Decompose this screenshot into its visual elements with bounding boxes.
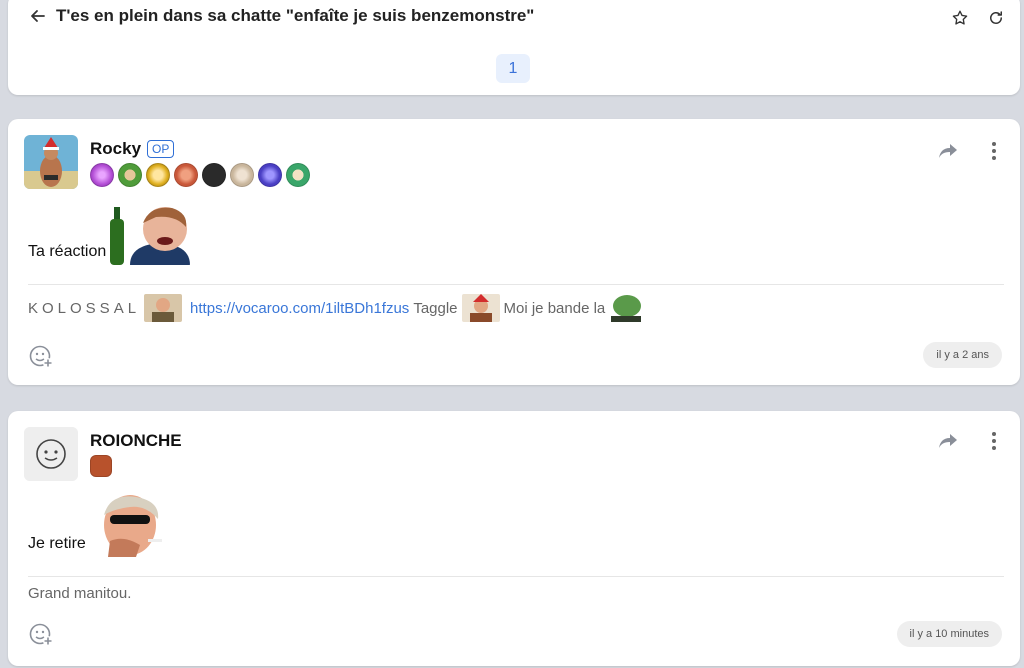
sticker-image [110,205,193,265]
add-reaction-icon[interactable] [28,621,54,647]
add-reaction-icon[interactable] [28,343,54,369]
sticker-image [99,495,170,557]
post-actions [938,141,1004,161]
avatar[interactable] [24,135,78,189]
arrow-left-icon[interactable] [28,6,48,26]
signature-text: Taggle [413,299,458,317]
signature-text: Grand manitou. [28,585,132,602]
share-icon[interactable] [938,431,958,451]
topic-title: T'es en plein dans sa chatte "enfaîte je… [56,6,535,25]
more-vertical-icon[interactable] [984,141,1004,161]
share-icon[interactable] [938,141,958,161]
topic-header: T'es en plein dans sa chatte "enfaîte je… [8,0,1020,95]
badge-icon[interactable] [258,163,282,187]
badge-icon[interactable] [118,163,142,187]
post-actions [938,431,1004,451]
author-line: ROIONCHE [90,431,182,451]
badge-icon[interactable] [90,163,114,187]
page-1-button[interactable]: 1 [496,54,530,83]
signature-text: KOLOSSAL [28,299,141,317]
signature-link[interactable]: https://vocaroo.com/1iltBDh1fzus [190,300,409,317]
more-vertical-icon[interactable] [984,431,1004,451]
signature: KOLOSSAL https://vocaroo.com/1iltBDh1fzu… [28,292,647,324]
post-card: Rocky OP Ta réaction KOLOSSAL https://vo… [8,119,1020,385]
refresh-icon[interactable] [986,8,1006,28]
post-content: Ta réaction [28,205,193,265]
post-text: Ta réaction [28,243,107,260]
sticker-image [609,294,644,322]
sticker-image [144,294,183,322]
badge-list [90,455,112,477]
badge-zero-tout-icon[interactable] [202,163,226,187]
signature: Grand manitou. [28,585,131,602]
badge-icon[interactable] [174,163,198,187]
signature-divider [28,284,1004,285]
post-content: Je retire [28,495,170,557]
signature-text: Moi je bande la [503,299,606,317]
username[interactable]: ROIONCHE [90,431,182,451]
badge-icon[interactable] [230,163,254,187]
header-actions [950,8,1006,28]
topic-title-bar: T'es en plein dans sa chatte "enfaîte je… [28,6,534,26]
signature-divider [28,576,1004,577]
author-line: Rocky OP [90,139,175,159]
post-timestamp: il y a 2 ans [923,342,1002,368]
star-icon[interactable] [950,8,970,28]
username[interactable]: Rocky [90,139,141,159]
post-timestamp: il y a 10 minutes [896,621,1002,647]
sticker-image [461,294,500,322]
post-card: ROIONCHE Je retire Grand manitou. il y a… [8,411,1020,666]
badge-icon[interactable] [146,163,170,187]
badge-icon[interactable] [90,455,112,477]
op-badge: OP [147,140,175,158]
post-text: Je retire [28,535,86,552]
badge-list [90,163,310,187]
badge-icon[interactable] [286,163,310,187]
avatar[interactable] [24,427,78,481]
